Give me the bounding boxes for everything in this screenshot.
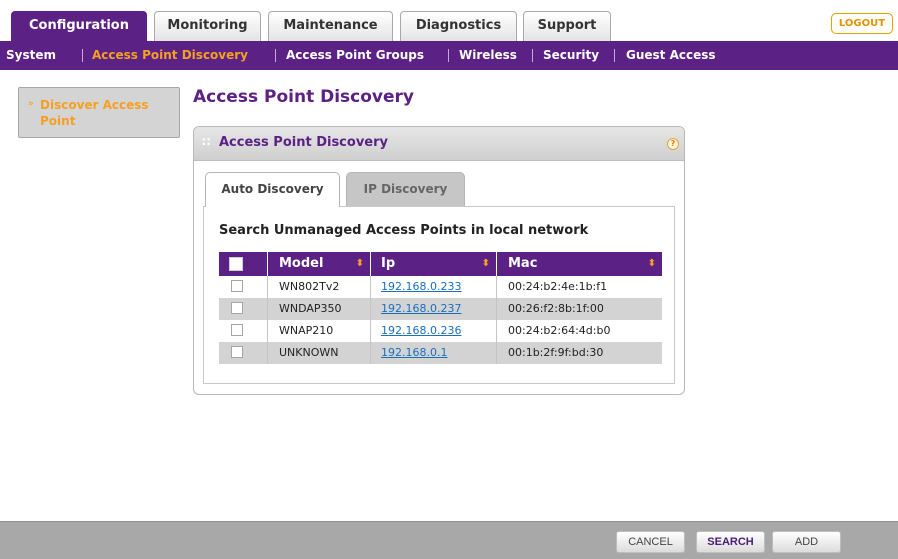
cell-mac: 00:26:f2:8b:1f:00	[508, 302, 604, 315]
subnav-separator	[82, 49, 83, 62]
sort-icon[interactable]: ⬍	[482, 252, 490, 276]
column-header-mac[interactable]: Mac ⬍	[508, 252, 662, 276]
table-row: WNDAP350 192.168.0.237 00:26:f2:8b:1f:00	[219, 298, 662, 320]
subnav-wireless[interactable]: Wireless	[459, 41, 517, 70]
column-header-ip[interactable]: Ip ⬍	[381, 252, 496, 276]
page-title: Access Point Discovery	[193, 87, 414, 107]
drag-grip-icon: ∷	[202, 135, 211, 149]
cell-ip: 192.168.0.1	[381, 342, 447, 364]
header-divider	[496, 252, 497, 276]
row-checkbox[interactable]	[231, 280, 243, 292]
select-all-checkbox[interactable]	[229, 257, 243, 271]
table-row: WN802Tv2 192.168.0.233 00:24:b2:4e:1b:f1	[219, 276, 662, 298]
table-row: WNAP210 192.168.0.236 00:24:b2:64:4d:b0	[219, 320, 662, 342]
column-header-model-label: Model	[279, 256, 324, 271]
sub-navigation: System Access Point Discovery Access Poi…	[0, 41, 898, 70]
tab-ip-discovery[interactable]: IP Discovery	[346, 172, 465, 206]
ip-link[interactable]: 192.168.0.233	[381, 280, 461, 293]
row-checkbox[interactable]	[231, 346, 243, 358]
cell-mac: 00:24:b2:64:4d:b0	[508, 324, 611, 337]
column-header-model[interactable]: Model ⬍	[279, 252, 370, 276]
help-icon[interactable]: ?	[667, 138, 679, 150]
cell-model: WNAP210	[279, 324, 334, 337]
cell-divider	[370, 298, 371, 320]
sort-icon[interactable]: ⬍	[356, 252, 364, 276]
subnav-access-point-groups[interactable]: Access Point Groups	[286, 41, 424, 70]
subnav-separator	[614, 49, 615, 62]
subnav-security[interactable]: Security	[543, 41, 599, 70]
table-row: UNKNOWN 192.168.0.1 00:1b:2f:9f:bd:30	[219, 342, 662, 364]
table-header: Model ⬍ Ip ⬍ Mac ⬍	[219, 252, 662, 276]
header-divider	[370, 252, 371, 276]
panel-title: Access Point Discovery	[219, 135, 388, 150]
cell-divider	[496, 320, 497, 342]
subnav-guest-access[interactable]: Guest Access	[626, 41, 716, 70]
cell-divider	[267, 298, 268, 320]
add-button[interactable]: ADD	[772, 531, 841, 553]
tab-support[interactable]: Support	[523, 11, 611, 41]
cell-divider	[370, 342, 371, 364]
tab-configuration[interactable]: Configuration	[11, 11, 147, 41]
logout-button[interactable]: LOGOUT	[831, 13, 893, 34]
column-header-ip-label: Ip	[381, 256, 396, 271]
subnav-access-point-discovery[interactable]: Access Point Discovery	[92, 41, 248, 70]
cell-divider	[267, 320, 268, 342]
ip-link[interactable]: 192.168.0.1	[381, 346, 447, 359]
row-checkbox[interactable]	[231, 324, 243, 336]
cell-divider	[267, 276, 268, 298]
top-tab-bar: Configuration Monitoring Maintenance Dia…	[0, 0, 898, 41]
cell-mac: 00:24:b2:4e:1b:f1	[508, 280, 608, 293]
cell-divider	[496, 298, 497, 320]
header-divider	[267, 252, 268, 276]
subnav-separator	[275, 49, 276, 62]
search-button[interactable]: SEARCH	[696, 531, 765, 553]
cell-model: WN802Tv2	[279, 280, 340, 293]
cell-ip: 192.168.0.237	[381, 298, 461, 320]
cell-divider	[267, 342, 268, 364]
cancel-button[interactable]: CANCEL	[616, 531, 685, 553]
access-point-table: Model ⬍ Ip ⬍ Mac ⬍ WN802Tv2 192.168.0.23…	[219, 252, 662, 364]
ip-link[interactable]: 192.168.0.237	[381, 302, 461, 315]
sort-icon[interactable]: ⬍	[648, 252, 656, 276]
cell-model: UNKNOWN	[279, 346, 339, 359]
ip-link[interactable]: 192.168.0.236	[381, 324, 461, 337]
subnav-separator	[532, 49, 533, 62]
row-checkbox[interactable]	[231, 302, 243, 314]
cell-divider	[370, 276, 371, 298]
subnav-system[interactable]: System	[6, 41, 56, 70]
cell-model: WNDAP350	[279, 302, 342, 315]
panel-header: ∷ Access Point Discovery ?	[194, 127, 684, 161]
column-header-mac-label: Mac	[508, 256, 538, 271]
cell-mac: 00:1b:2f:9f:bd:30	[508, 346, 604, 359]
chevron-right-icon: »	[28, 99, 34, 109]
cell-divider	[370, 320, 371, 342]
left-menu: » Discover Access Point	[18, 87, 180, 138]
subnav-separator	[448, 49, 449, 62]
tab-diagnostics[interactable]: Diagnostics	[400, 11, 517, 41]
cell-ip: 192.168.0.236	[381, 320, 461, 342]
tab-monitoring[interactable]: Monitoring	[154, 11, 261, 41]
cell-divider	[496, 342, 497, 364]
tab-auto-discovery[interactable]: Auto Discovery	[205, 172, 340, 207]
bottom-action-bar: CANCEL SEARCH ADD	[0, 521, 898, 559]
left-menu-discover-access-point[interactable]: Discover Access Point	[40, 97, 178, 129]
tab-maintenance[interactable]: Maintenance	[268, 11, 393, 41]
cell-divider	[496, 276, 497, 298]
section-title: Search Unmanaged Access Points in local …	[219, 223, 589, 238]
cell-ip: 192.168.0.233	[381, 276, 461, 298]
